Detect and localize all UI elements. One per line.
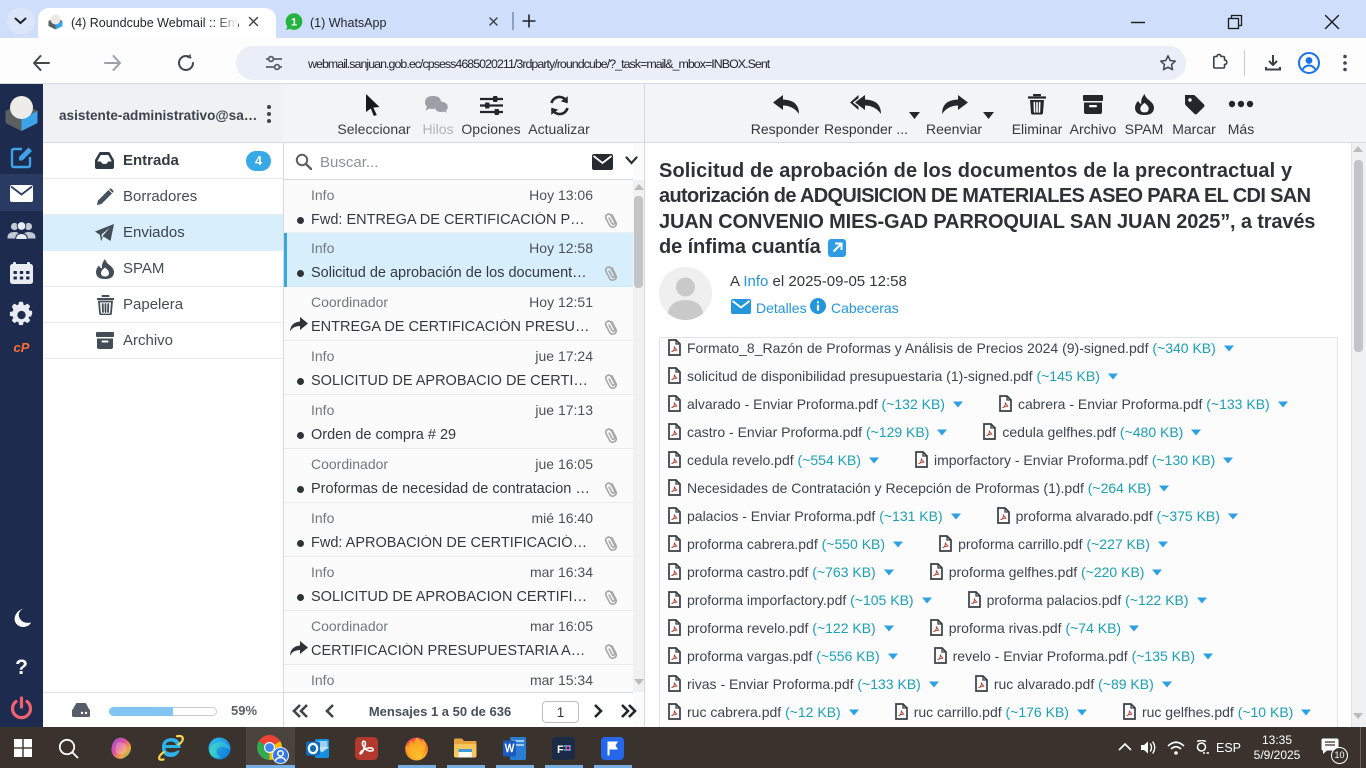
svg-text:1: 1 (291, 17, 297, 29)
svg-text:F: F (557, 744, 564, 756)
